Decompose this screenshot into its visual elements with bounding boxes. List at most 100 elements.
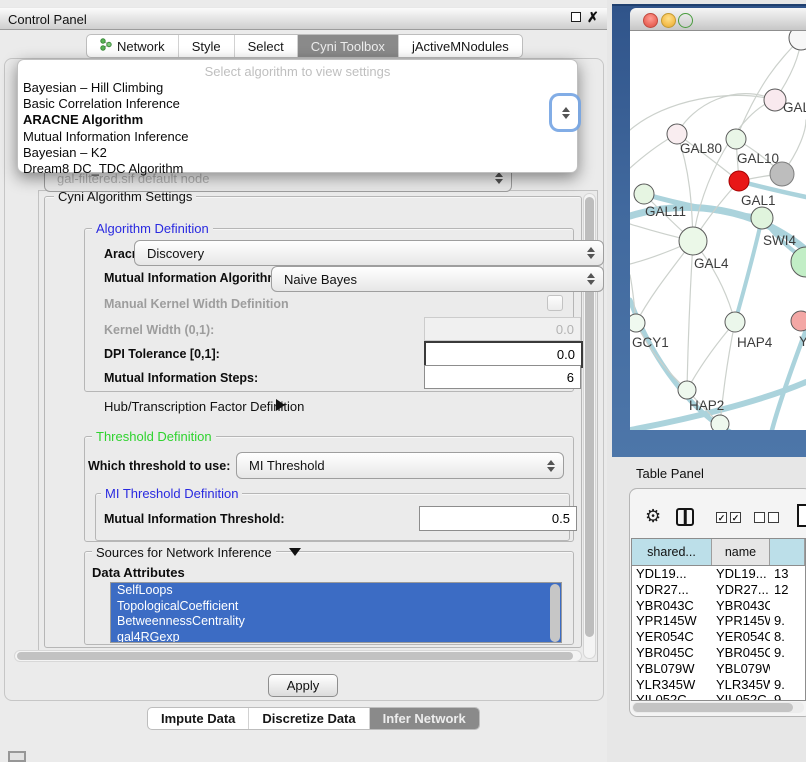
table-row[interactable]: YER054CYER054C8. <box>632 629 805 645</box>
scrollbar-thumb[interactable] <box>17 652 573 660</box>
dpi-tolerance-field[interactable]: 0.0 <box>424 341 583 368</box>
tab-label: jActiveMNodules <box>412 39 509 54</box>
minimize-traffic-light-icon[interactable] <box>661 13 676 28</box>
control-panel-tabs: NetworkStyleSelectCyni Toolbox jActiveMNo… <box>86 34 523 58</box>
tab-network[interactable]: Network <box>87 35 179 57</box>
table-row[interactable]: YBL079WYBL079W <box>632 661 805 677</box>
tab-label: Impute Data <box>161 711 235 726</box>
attribute-item-betweennesscentrality[interactable]: BetweennessCentrality <box>111 614 561 630</box>
network-node[interactable] <box>791 311 806 331</box>
table-cell: YBR045C <box>632 645 712 661</box>
table-cell: YBL079W <box>712 661 770 677</box>
mi-steps-field[interactable]: 6 <box>424 365 581 389</box>
close-traffic-light-icon[interactable] <box>643 13 658 28</box>
table-row[interactable]: YPR145WYPR145W9. <box>632 613 805 629</box>
expand-arrow-icon[interactable] <box>276 399 285 411</box>
checked-checkbox-icon[interactable]: ✓ <box>730 512 741 523</box>
column-header-shared[interactable]: shared... <box>632 539 712 565</box>
network-node[interactable] <box>679 227 707 255</box>
unchecked-checkbox-icon[interactable] <box>768 512 779 523</box>
zoom-traffic-light-icon[interactable] <box>678 13 693 28</box>
network-node-label: GAL11 <box>645 204 686 219</box>
table-row[interactable]: YLR345WYLR345W9. <box>632 677 805 693</box>
algorithm-option-bayesian-k2[interactable]: Bayesian – K2 <box>18 145 577 161</box>
table-row[interactable]: YDL19...YDL19...13 <box>632 566 805 582</box>
dpi-tolerance-label: DPI Tolerance [0,1]: <box>104 347 220 361</box>
network-node[interactable] <box>751 207 773 229</box>
attributes-vertical-scrollbar[interactable] <box>549 583 561 643</box>
which-threshold-label: Which threshold to use: <box>88 459 230 473</box>
network-graph[interactable]: GALGAL80GAL10GAL1GAL11SWI4GAL4GCY1HAP4YH… <box>630 31 806 430</box>
network-node[interactable] <box>725 312 745 332</box>
mi-steps-label: Mutual Information Steps: <box>104 371 258 385</box>
kernel-width-field[interactable]: 0.0 <box>424 317 581 341</box>
network-node[interactable] <box>729 171 749 191</box>
chevron-updown-icon <box>587 247 595 259</box>
algorithm-option-aracne-algorithm[interactable]: ARACNE Algorithm <box>18 112 577 128</box>
mi-algorithm-type-combobox[interactable]: Naive Bayes <box>271 266 604 292</box>
attribute-item-gal4rgexp[interactable]: gal4RGexp <box>111 630 561 644</box>
network-node[interactable] <box>711 415 729 430</box>
table-cell: YBR045C <box>712 645 770 661</box>
table-horizontal-scrollbar[interactable] <box>632 702 804 713</box>
tab-cyni-toolbox[interactable]: Cyni Toolbox <box>298 35 399 57</box>
mi-threshold-field[interactable]: 0.5 <box>419 506 577 531</box>
close-panel-icon[interactable]: ✗ <box>587 10 599 24</box>
algorithm-dropdown-prompt: Select algorithm to view settings <box>18 63 577 80</box>
algorithm-option-basic-correlation-inference[interactable]: Basic Correlation Inference <box>18 96 577 112</box>
table-cell: 13 <box>770 566 805 582</box>
algorithm-option-bayesian-hill-climbing[interactable]: Bayesian – Hill Climbing <box>18 80 577 96</box>
network-edge <box>736 38 801 139</box>
table-row[interactable]: YDR27...YDR27...12 <box>632 582 805 598</box>
aracne-mode-combobox[interactable]: Discovery <box>134 240 604 266</box>
attribute-item-topologicalcoefficient[interactable]: TopologicalCoefficient <box>111 599 561 615</box>
algorithm-option-mutual-information-inference[interactable]: Mutual Information Inference <box>18 129 577 145</box>
table-row[interactable]: YBR043CYBR043C <box>632 598 805 614</box>
table-cell <box>770 661 805 677</box>
algorithm-combobox-focused-fragment[interactable] <box>552 96 578 129</box>
unchecked-checkbox-icon[interactable] <box>754 512 765 523</box>
tab-infer-network[interactable]: Infer Network <box>370 708 479 729</box>
attribute-item-selfloops[interactable]: SelfLoops <box>111 583 561 599</box>
tab-select[interactable]: Select <box>235 35 298 57</box>
collapse-arrow-icon[interactable] <box>289 548 301 556</box>
table-cell: 9. <box>770 645 805 661</box>
float-panel-icon[interactable] <box>571 12 581 22</box>
tab-style[interactable]: Style <box>179 35 235 57</box>
network-node[interactable] <box>634 184 654 204</box>
which-threshold-value: MI Threshold <box>249 458 325 473</box>
table-row[interactable]: YIL052CYIL052C9 <box>632 692 805 701</box>
network-node[interactable] <box>630 314 645 332</box>
apply-button[interactable]: Apply <box>268 674 338 697</box>
mi-algorithm-type-value: Naive Bayes <box>284 272 357 287</box>
tab-jactivemnodules[interactable]: jActiveMNodules <box>399 35 522 57</box>
scrollbar-thumb[interactable] <box>550 584 560 642</box>
document-icon[interactable] <box>797 504 806 527</box>
network-node[interactable] <box>678 381 696 399</box>
split-columns-icon[interactable] <box>676 508 694 526</box>
algorithm-dropdown-list: Bayesian – Hill ClimbingBasic Correlatio… <box>18 80 577 177</box>
table-cell: 8. <box>770 629 805 645</box>
manual-kernel-width-checkbox[interactable] <box>547 295 563 311</box>
table-body: YDL19...YDL19...13YDR27...YDR27...12YBR0… <box>632 566 805 701</box>
table-row[interactable]: YBR045CYBR045C9. <box>632 645 805 661</box>
mi-threshold-definition-title: MI Threshold Definition <box>101 486 242 501</box>
tab-impute-data[interactable]: Impute Data <box>148 708 249 729</box>
node-table[interactable]: shared...name YDL19...YDL19...13YDR27...… <box>631 538 806 701</box>
network-view-canvas[interactable]: GALGAL80GAL10GAL1GAL11SWI4GAL4GCY1HAP4YH… <box>630 31 806 430</box>
tab-discretize-data[interactable]: Discretize Data <box>249 708 369 729</box>
network-edge <box>677 94 775 134</box>
network-node[interactable] <box>789 31 806 50</box>
checked-checkbox-icon[interactable]: ✓ <box>716 512 727 523</box>
algorithm-option-dream8-dc-tdc-algorithm[interactable]: Dream8 DC_TDC Algorithm <box>18 161 577 177</box>
minimized-window-icon[interactable] <box>8 751 26 762</box>
network-node[interactable] <box>726 129 746 149</box>
column-header-name[interactable]: name <box>712 539 770 565</box>
scrollbar-thumb[interactable] <box>633 703 793 712</box>
which-threshold-combobox[interactable]: MI Threshold <box>236 452 564 479</box>
data-attributes-list[interactable]: SelfLoopsTopologicalCoefficientBetweenne… <box>110 582 562 643</box>
gear-icon[interactable]: ⚙ <box>645 506 661 526</box>
column-header-cut[interactable] <box>770 539 805 565</box>
network-node-label: HAP4 <box>737 335 773 350</box>
settings-horizontal-scrollbar[interactable] <box>14 650 582 662</box>
